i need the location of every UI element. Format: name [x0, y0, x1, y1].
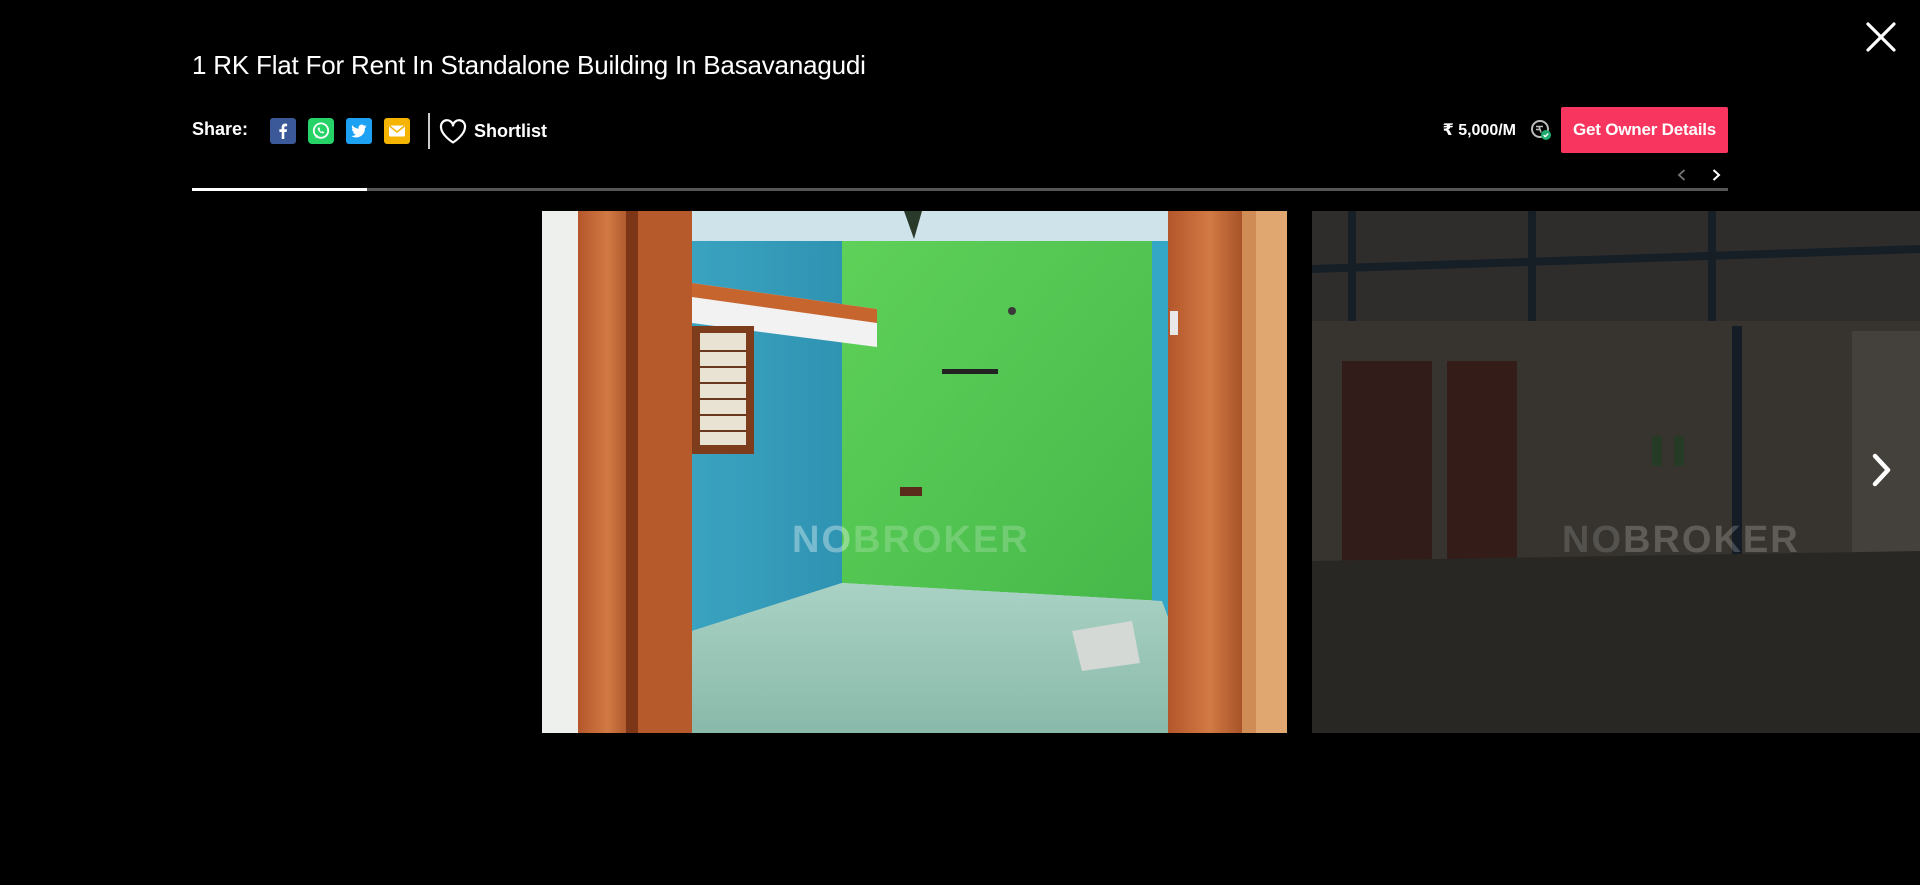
whatsapp-icon[interactable] [308, 118, 335, 144]
share-label: Share: [192, 118, 249, 139]
heart-icon [439, 119, 467, 144]
price-bar: ₹ 5,000/M Get Owner Details [1443, 107, 1728, 153]
share-bar: Share: Shortlist [192, 112, 547, 150]
chevron-right-icon [1712, 169, 1721, 181]
close-button[interactable] [1862, 18, 1900, 56]
chevron-left-icon [1677, 169, 1686, 181]
share-divider [428, 113, 431, 149]
get-owner-details-button[interactable]: Get Owner Details [1561, 107, 1728, 153]
shortlist-label: Shortlist [474, 120, 548, 141]
listing-title: 1 RK Flat For Rent In Standalone Buildin… [192, 50, 866, 80]
gallery-mini-nav [1670, 162, 1728, 188]
rent-price: ₹ 5,000/M [1442, 122, 1516, 139]
facebook-icon[interactable] [270, 118, 297, 144]
mini-next-button[interactable] [1704, 163, 1728, 187]
gallery-progress-track [192, 188, 1728, 191]
chevron-right-icon [1872, 453, 1891, 487]
gallery-next-button[interactable] [1868, 448, 1896, 492]
twitter-icon[interactable] [346, 118, 373, 144]
gallery-photo-current[interactable]: NOBROKER [542, 211, 1287, 733]
email-icon[interactable] [384, 118, 411, 144]
close-icon [1866, 22, 1896, 52]
room-photo [542, 211, 1287, 733]
corridor-photo [1312, 211, 1920, 733]
verified-owner-icon [1530, 119, 1552, 141]
shortlist-button[interactable]: Shortlist [438, 117, 547, 145]
gallery-photo-next[interactable]: NOBROKER [1312, 211, 1920, 733]
mini-prev-button[interactable] [1670, 163, 1694, 187]
gallery-progress-fill [192, 188, 368, 191]
